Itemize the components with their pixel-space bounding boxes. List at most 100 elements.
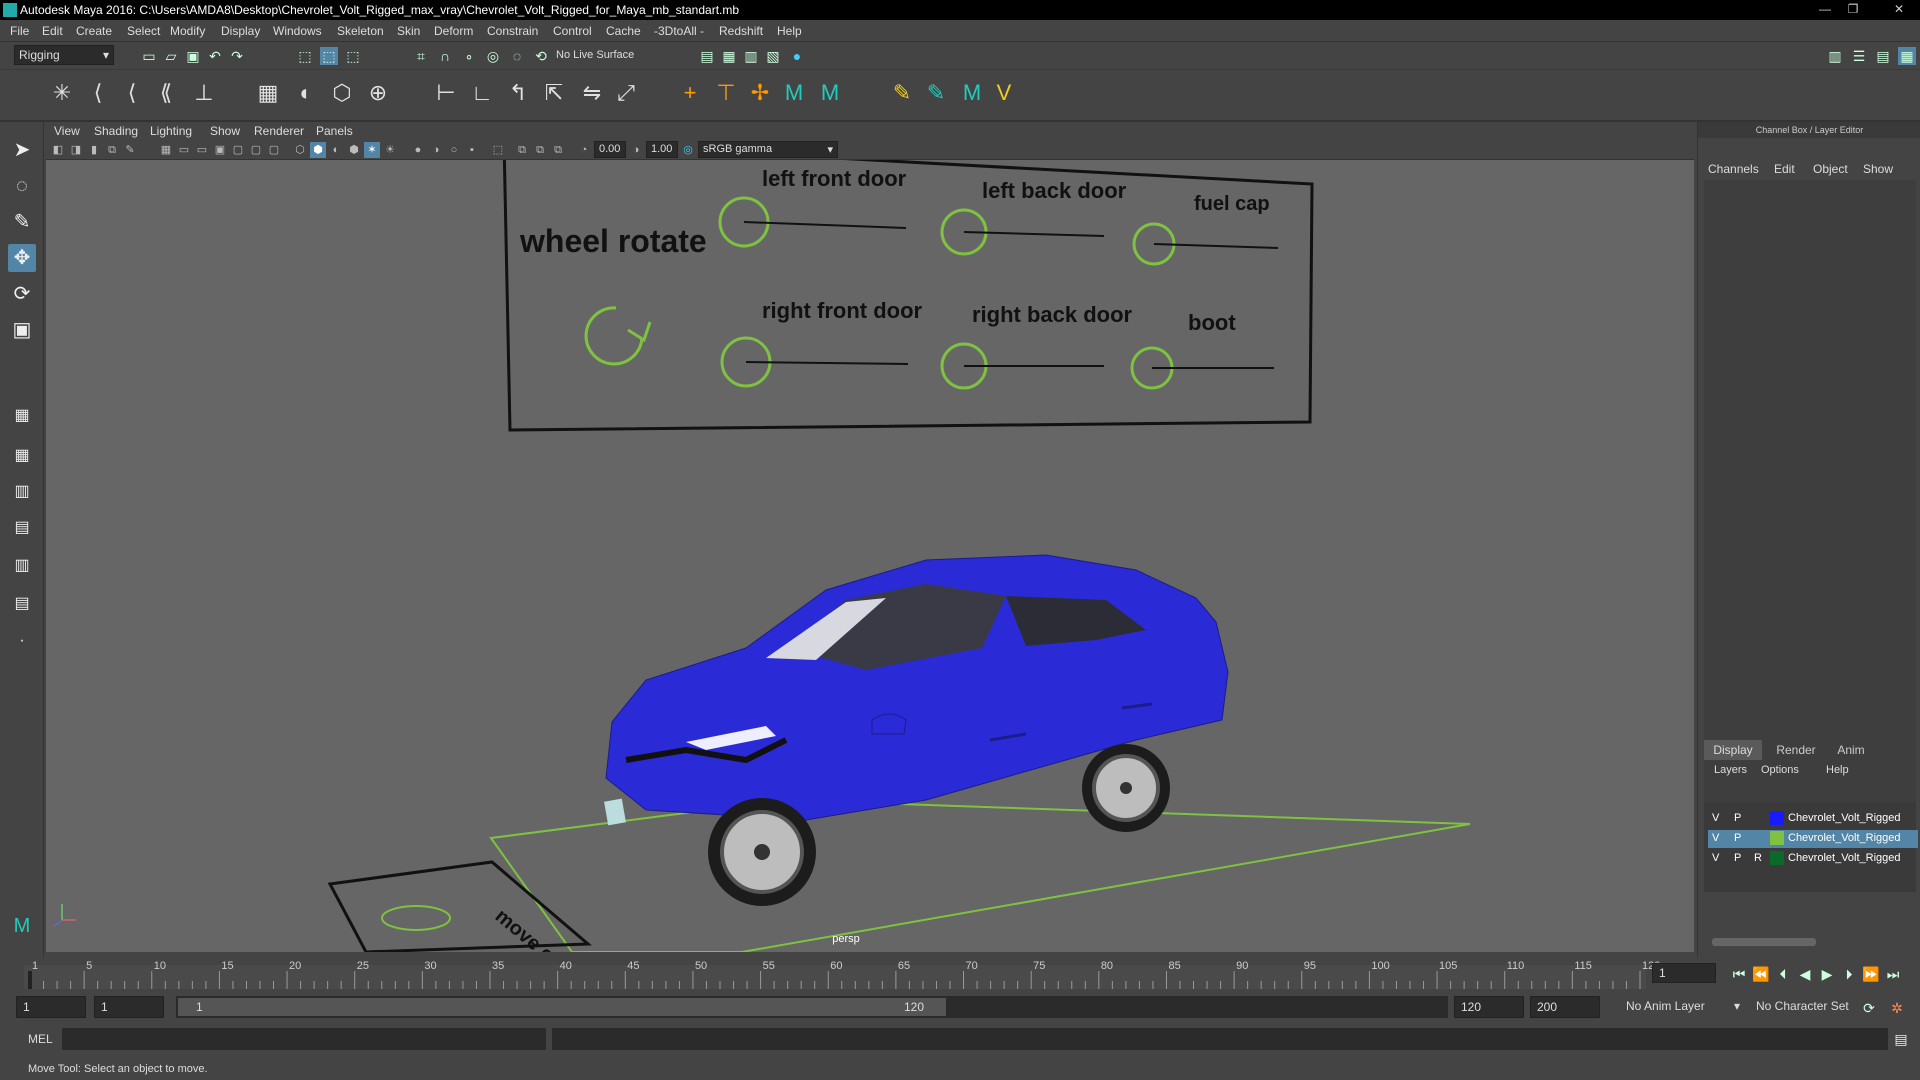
- layer-tab-anim[interactable]: Anim: [1826, 740, 1876, 760]
- image-plane-icon[interactable]: ⧉: [104, 142, 120, 158]
- layer-row[interactable]: V P Chevrolet_Volt_Rigged: [1708, 830, 1918, 848]
- layer-name[interactable]: Chevrolet_Volt_Rigged: [1788, 832, 1912, 844]
- menu-3dtoall[interactable]: -3DtoAll -: [654, 24, 704, 38]
- layer-scrollbar[interactable]: [1712, 938, 1816, 946]
- open-scene-icon[interactable]: ▱: [162, 47, 180, 65]
- move-tool-icon[interactable]: ✥: [8, 244, 36, 272]
- anim-layer-dropdown[interactable]: No Anim Layer ▾: [1620, 996, 1744, 1018]
- animation-start-field[interactable]: 1: [16, 996, 86, 1018]
- layer-tab-display[interactable]: Display: [1704, 740, 1762, 760]
- playback-start-field[interactable]: 1: [94, 996, 164, 1018]
- layer-row[interactable]: V P Chevrolet_Volt_Rigged: [1708, 810, 1918, 828]
- joint-tool-icon[interactable]: ✳: [48, 78, 76, 108]
- viewport-menu-show[interactable]: Show: [210, 124, 240, 138]
- resolution-gate-icon[interactable]: ▭: [194, 142, 210, 158]
- select-object-icon[interactable]: ⬚: [320, 47, 338, 65]
- render-settings-icon[interactable]: ▤: [698, 47, 716, 65]
- layer-reference-toggle[interactable]: R: [1754, 852, 1762, 864]
- command-input[interactable]: [62, 1028, 546, 1050]
- bookmark-icon[interactable]: ▮: [86, 142, 102, 158]
- modeling-toolkit-icon[interactable]: ▥: [1826, 47, 1844, 65]
- menu-redshift[interactable]: Redshift: [719, 24, 763, 38]
- layer-name[interactable]: Chevrolet_Volt_Rigged: [1788, 852, 1912, 864]
- menu-select[interactable]: Select: [127, 24, 160, 38]
- anti-alias-icon[interactable]: ○: [446, 142, 462, 158]
- viewport-menu-view[interactable]: View: [54, 124, 80, 138]
- layer-visible-toggle[interactable]: V: [1712, 812, 1719, 824]
- snap-view-icon[interactable]: ◎: [484, 47, 502, 65]
- field-chart-icon[interactable]: ▢: [230, 142, 246, 158]
- animation-end-field[interactable]: 200: [1530, 996, 1600, 1018]
- viewport-menu-panels[interactable]: Panels: [316, 124, 353, 138]
- smooth-bind-icon[interactable]: ◐: [292, 78, 320, 108]
- gamma-field[interactable]: 1.00: [646, 141, 678, 158]
- component-editor-icon[interactable]: ✎: [922, 78, 950, 108]
- parent-constraint-icon[interactable]: ⇋: [578, 78, 606, 108]
- exposure-icon[interactable]: ◔: [576, 142, 592, 158]
- safe-action-icon[interactable]: ▢: [248, 142, 264, 158]
- step-back-frame-icon[interactable]: ⏴: [1774, 965, 1792, 983]
- ambient-occlusion-icon[interactable]: ●: [410, 142, 426, 158]
- mesh-edit-icon[interactable]: M: [816, 78, 844, 108]
- playback-end-field[interactable]: 120: [1454, 996, 1524, 1018]
- custom-layout-icon[interactable]: ·: [8, 627, 36, 655]
- menu-skeleton[interactable]: Skeleton: [337, 24, 384, 38]
- menu-set-dropdown[interactable]: Rigging ▾: [14, 45, 114, 65]
- script-editor-icon[interactable]: ▤: [1892, 1030, 1910, 1048]
- step-forward-frame-icon[interactable]: ⏵: [1840, 965, 1858, 983]
- shadows-icon[interactable]: ☀: [382, 142, 398, 158]
- layer-tab-render[interactable]: Render: [1766, 740, 1826, 760]
- car-model[interactable]: [604, 554, 1229, 906]
- view-transform-dropdown[interactable]: sRGB gamma ▾: [698, 141, 838, 158]
- viewport-menu-lighting[interactable]: Lighting: [150, 124, 192, 138]
- single-pane-layout-icon[interactable]: ▦: [8, 402, 36, 430]
- channel-menu-edit[interactable]: Edit: [1774, 162, 1795, 176]
- step-back-key-icon[interactable]: ⏪: [1752, 965, 1770, 983]
- step-forward-key-icon[interactable]: ⏩: [1862, 965, 1880, 983]
- use-lights-icon[interactable]: ✶: [364, 142, 380, 158]
- channel-menu-channels[interactable]: Channels: [1708, 162, 1759, 176]
- snap-surface-icon[interactable]: ◌: [508, 47, 526, 65]
- motion-blur-icon[interactable]: ◑: [428, 142, 444, 158]
- outliner-layout-icon[interactable]: ▤: [8, 514, 36, 542]
- film-gate-icon[interactable]: ▭: [176, 142, 192, 158]
- layer-name[interactable]: Chevrolet_Volt_Rigged: [1788, 812, 1912, 824]
- close-button[interactable]: ✕: [1884, 1, 1914, 17]
- render-frame-icon[interactable]: ▦: [720, 47, 738, 65]
- point-constraint-icon[interactable]: ⊢: [432, 78, 460, 108]
- four-pane-layout-icon[interactable]: ▦: [8, 442, 36, 470]
- set-driven-key-icon[interactable]: ✢: [746, 78, 774, 108]
- wrap-deformer-icon[interactable]: ⬡: [328, 78, 356, 108]
- lasso-tool-icon[interactable]: ◌: [8, 172, 36, 200]
- layer-playback-toggle[interactable]: P: [1734, 852, 1741, 864]
- ik-spline-icon[interactable]: ⟨: [118, 78, 146, 108]
- textured-icon[interactable]: ⬢: [346, 142, 362, 158]
- go-to-start-icon[interactable]: ⏮: [1730, 965, 1748, 983]
- snap-curve-icon[interactable]: ∩: [436, 47, 454, 65]
- wireframe-icon[interactable]: ⬡: [292, 142, 308, 158]
- attribute-editor-icon[interactable]: ☰: [1850, 47, 1868, 65]
- scale-constraint-icon[interactable]: ⇱: [540, 78, 568, 108]
- auto-key-icon[interactable]: ⟳: [1860, 999, 1878, 1017]
- menu-deform[interactable]: Deform: [434, 24, 473, 38]
- ground-control-curve[interactable]: [489, 798, 1471, 952]
- layer-row[interactable]: V P R Chevrolet_Volt_Rigged: [1708, 850, 1918, 868]
- color-management-icon[interactable]: ◎: [680, 142, 696, 158]
- cluster-icon[interactable]: ⊕: [364, 78, 392, 108]
- tool-settings-icon[interactable]: ▤: [1874, 47, 1892, 65]
- menu-file[interactable]: File: [10, 24, 29, 38]
- ipr-render-icon[interactable]: ▥: [742, 47, 760, 65]
- select-component-icon[interactable]: ⬚: [344, 47, 362, 65]
- paint-weights-icon[interactable]: ✎: [888, 78, 916, 108]
- layer-menu-options[interactable]: Options: [1761, 764, 1799, 776]
- channel-menu-show[interactable]: Show: [1863, 162, 1893, 176]
- gate-mask-icon[interactable]: ▣: [212, 142, 228, 158]
- snap-grid-icon[interactable]: ⌗: [412, 47, 430, 65]
- current-time-marker[interactable]: [28, 971, 32, 989]
- command-language-label[interactable]: MEL: [28, 1032, 53, 1046]
- locator-icon[interactable]: +: [676, 78, 704, 108]
- layer-color-swatch[interactable]: [1770, 811, 1784, 825]
- wireframe-on-shaded-icon[interactable]: ◐: [328, 142, 344, 158]
- menu-control[interactable]: Control: [553, 24, 592, 38]
- scale-tool-icon[interactable]: ▣: [8, 316, 36, 344]
